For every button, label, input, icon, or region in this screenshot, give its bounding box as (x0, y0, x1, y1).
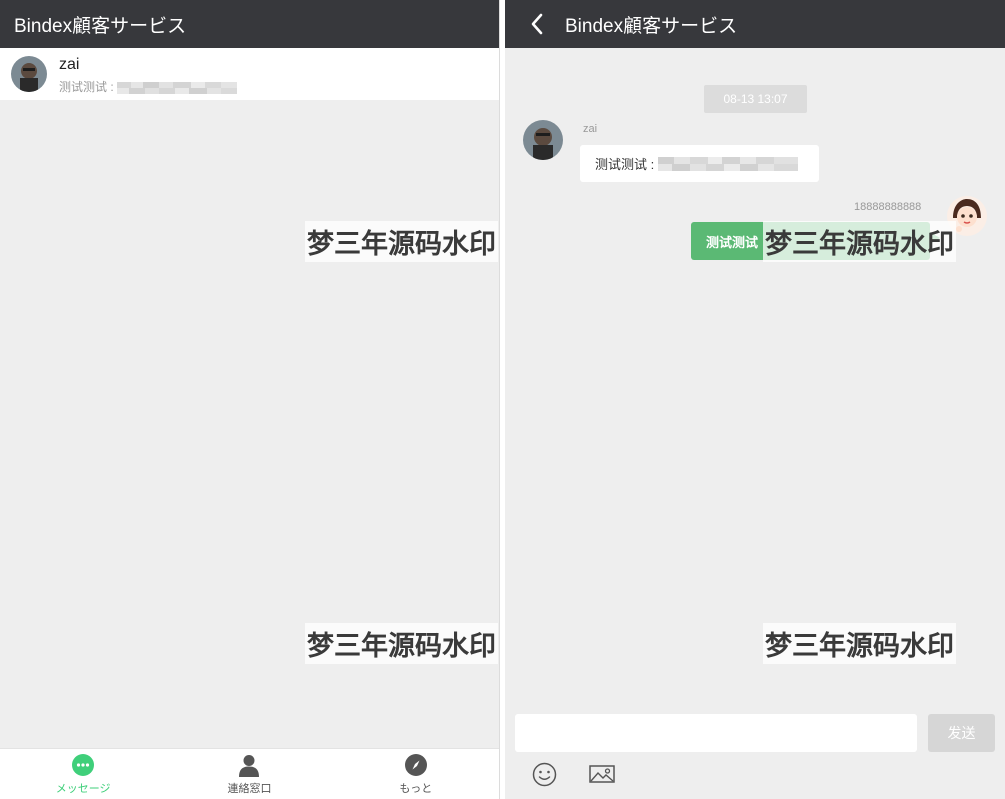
back-arrow-icon[interactable] (529, 13, 545, 35)
timestamp-chip: 08-13 13:07 (704, 85, 807, 113)
message-input[interactable] (515, 714, 917, 752)
compass-icon (404, 754, 427, 776)
tab-messages[interactable]: メッセージ (0, 749, 166, 799)
chat-panel: Bindex顧客サービス 08-13 13:07 zai 测试测试 : 1888… (505, 0, 1005, 799)
chat-header-bar: Bindex顧客サービス (505, 0, 1005, 48)
page-title: Bindex顧客サービス (14, 15, 187, 37)
sender-avatar (523, 120, 563, 160)
watermark: 梦三年源码水印 (305, 221, 498, 262)
emoji-icon[interactable] (532, 762, 557, 787)
incoming-message-bubble: 测试测试 : (580, 145, 819, 182)
watermark: 梦三年源码水印 (763, 623, 956, 664)
chat-bubble-icon (72, 754, 95, 776)
conversation-item[interactable]: zai 测试测试 : (0, 48, 499, 100)
avatar (11, 56, 47, 92)
watermark: 梦三年源码水印 (763, 221, 956, 262)
sender-name: zai (583, 123, 598, 135)
tab-label: 連絡窓口 (227, 783, 272, 795)
bottom-tab-bar: メッセージ 連絡窓口 もっと (0, 748, 499, 799)
conversation-name: zai (59, 56, 80, 73)
header-bar: Bindex顧客サービス (0, 0, 499, 48)
tab-contacts[interactable]: 連絡窓口 (166, 749, 332, 799)
watermark: 梦三年源码水印 (305, 623, 498, 664)
image-icon[interactable] (589, 764, 615, 784)
person-icon (239, 755, 260, 777)
tab-more[interactable]: もっと (333, 749, 499, 799)
conversation-preview: 测试测试 : (59, 78, 238, 95)
conversation-preview-text: 测试测试 : (59, 80, 114, 94)
blurred-text (117, 81, 238, 94)
blurred-text (658, 156, 799, 171)
message-text: 测试测试 : (595, 157, 655, 172)
message-text: 测试测试 (706, 234, 759, 250)
tab-label: メッセージ (55, 783, 111, 795)
send-button[interactable]: 发送 (928, 714, 995, 752)
conversation-list-panel: Bindex顧客サービス zai 测试测试 : 梦三年源码水印 梦三年源码水印 … (0, 0, 499, 799)
chat-title: Bindex顧客サービス (565, 15, 738, 37)
tab-label: もっと (399, 783, 433, 795)
sender-name: 18888888888 (854, 201, 922, 213)
